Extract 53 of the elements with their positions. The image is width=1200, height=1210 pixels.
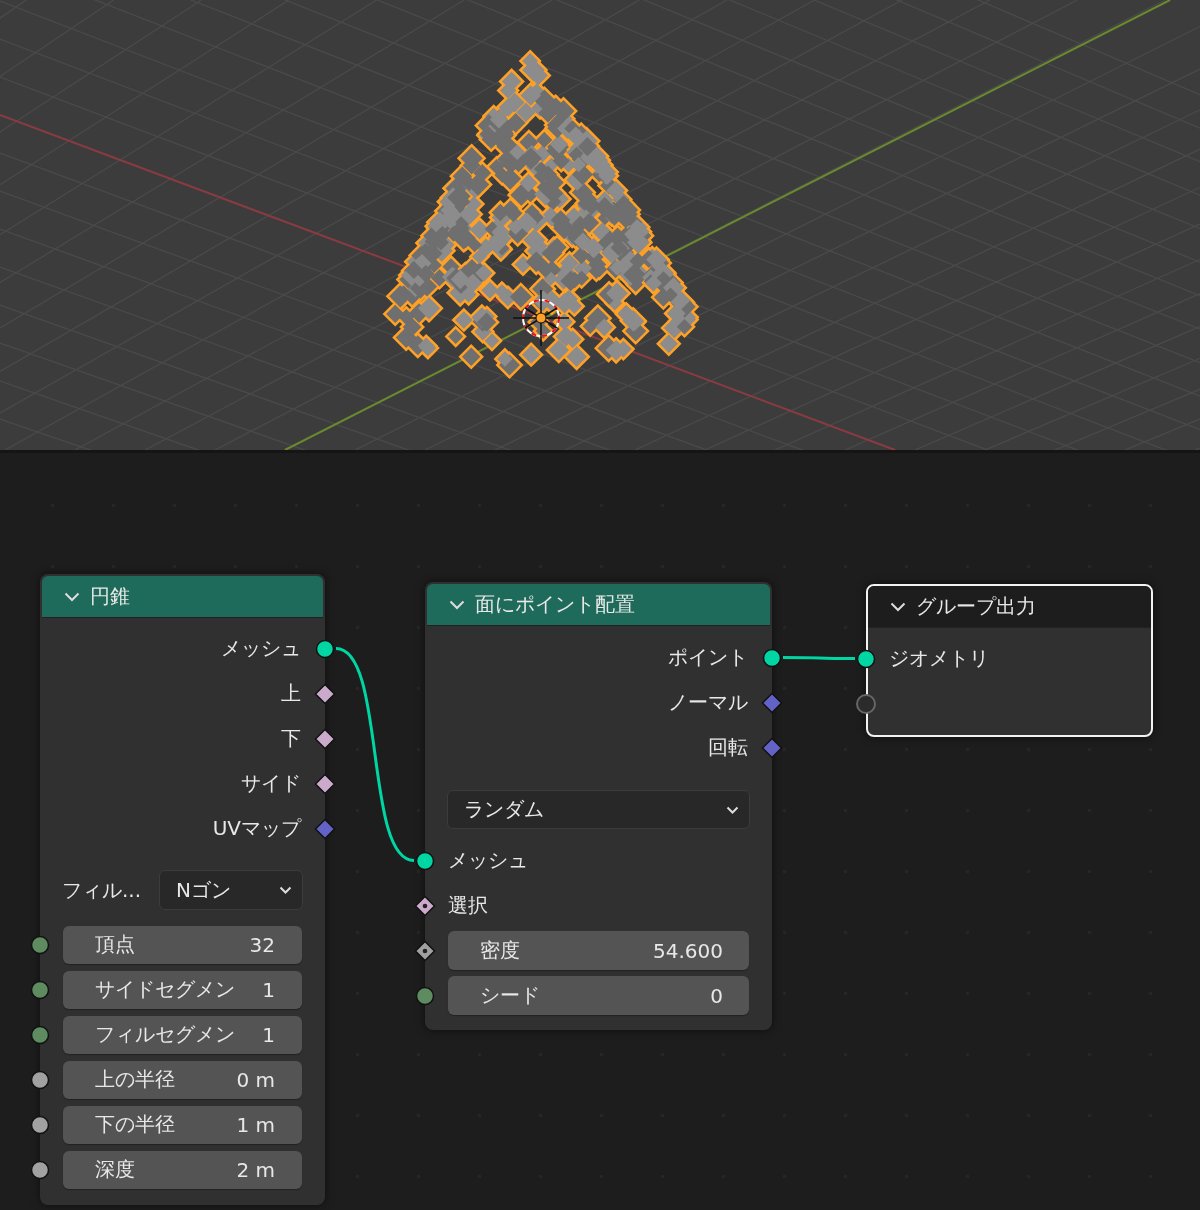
socket-label: UVマップ [212, 815, 301, 842]
node-header[interactable]: グループ出力 [868, 586, 1151, 628]
socket-label: 選択 [448, 892, 488, 919]
number-field[interactable]: サイドセグメン 1 [63, 970, 302, 1009]
number-field[interactable]: 深度 2 m [63, 1150, 302, 1189]
socket-label: メッシュ [448, 847, 528, 874]
node-title: グループ出力 [916, 593, 1036, 620]
socket-icon[interactable] [414, 939, 436, 962]
socket-icon[interactable] [29, 978, 51, 1001]
socket-icon[interactable] [29, 1023, 51, 1046]
node-panel[interactable]: グループ出力 ジオメトリ [866, 584, 1153, 737]
socket-label: ジオメトリ [889, 645, 989, 672]
point-cloud-drawing[interactable] [382, 49, 700, 380]
floor-grid-drawing[interactable] [0, 0, 1200, 450]
node-title: 面にポイント配置 [475, 591, 635, 618]
socket-label: メッシュ [221, 635, 301, 662]
socket-icon[interactable] [414, 894, 436, 917]
chevron-icon [279, 886, 292, 894]
socket-icon[interactable] [414, 849, 436, 872]
node-panel[interactable]: 円錐 メッシュ 上 下 サイド UVマップ フィル... Nゴン 頂点 32 サイドセグメン 1 フィルセグメン 1 上の半径 0 m 下の半径 1 m 深度 2 m [40, 574, 325, 1205]
node-header[interactable]: 円錐 [42, 576, 323, 618]
socket-icon[interactable] [29, 933, 51, 956]
socket-label: 上 [281, 680, 301, 707]
number-field[interactable]: フィルセグメン 1 [63, 1015, 302, 1054]
number-field[interactable]: 密度 54.600 [448, 931, 749, 970]
number-field[interactable]: 頂点 32 [63, 925, 302, 964]
socket-icon[interactable] [29, 1158, 51, 1181]
socket-label: 回転 [708, 734, 748, 761]
socket-label: ノーマル [668, 689, 748, 716]
socket-icon[interactable] [314, 727, 336, 750]
socket-icon[interactable] [761, 646, 783, 669]
socket-label: サイド [241, 770, 301, 797]
node-title: 円錐 [90, 583, 130, 610]
3d-cursor-icon [512, 289, 570, 347]
number-field[interactable]: シード 0 [448, 976, 749, 1015]
number-field[interactable]: 下の半径 1 m [63, 1105, 302, 1144]
node-panel[interactable]: 面にポイント配置 ポイント ノーマル 回転 ランダム メッシュ 選択 密度 54.600 シード 0 [425, 582, 772, 1030]
socket-icon[interactable] [314, 637, 336, 660]
dropdown[interactable]: ランダム [447, 790, 750, 829]
socket-icon[interactable] [29, 1068, 51, 1091]
socket-label: ポイント [668, 644, 748, 671]
chevron-icon[interactable] [890, 601, 906, 612]
socket-icon[interactable] [314, 682, 336, 705]
socket-icon[interactable] [855, 647, 877, 670]
number-field[interactable]: 上の半径 0 m [63, 1060, 302, 1099]
field-label: フィル... [62, 876, 142, 904]
dropdown[interactable]: Nゴン [159, 870, 303, 910]
socket-icon[interactable] [29, 1113, 51, 1136]
socket-icon[interactable] [414, 984, 436, 1007]
chevron-icon [726, 805, 739, 814]
socket-label: 下 [281, 725, 301, 752]
node-header[interactable]: 面にポイント配置 [427, 584, 770, 626]
socket-icon[interactable] [314, 772, 336, 795]
